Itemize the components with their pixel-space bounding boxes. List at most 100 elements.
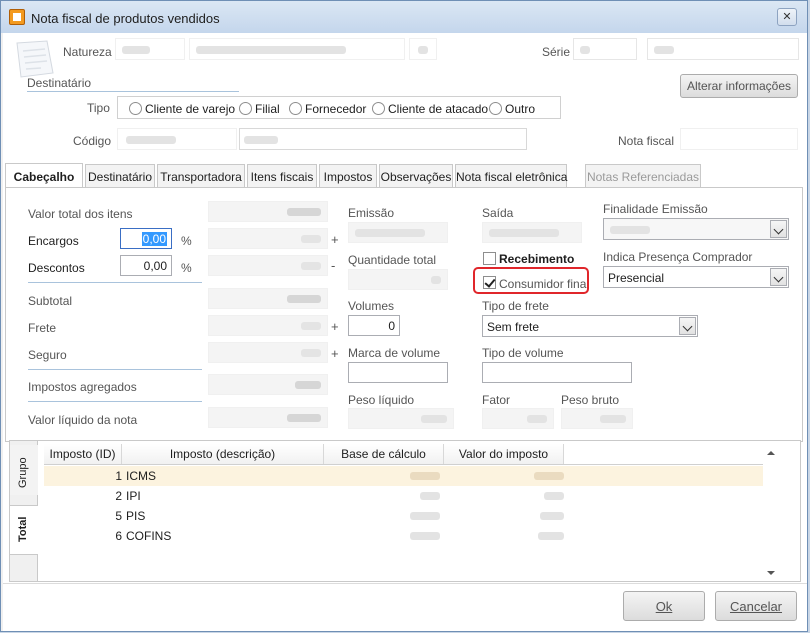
tab-impostos[interactable]: Impostos (319, 164, 377, 188)
natureza-description-field[interactable] (189, 38, 405, 60)
table-row[interactable]: 6 COFINS (44, 526, 780, 546)
tipo-volume-input[interactable] (482, 362, 632, 383)
footer-separator (3, 583, 807, 584)
table-row[interactable]: 2 IPI (44, 486, 780, 506)
emissao-field[interactable] (348, 222, 448, 243)
impostos-table-header: Imposto (ID) Imposto (descrição) Base de… (44, 444, 564, 464)
tipo-outro-radio[interactable]: Outro (489, 102, 535, 116)
marca-volume-label: Marca de volume (348, 346, 441, 360)
serie-field[interactable] (573, 38, 637, 60)
vertical-tab-strip: Grupo Total (10, 441, 38, 581)
cancelar-button[interactable]: Cancelar (715, 591, 797, 621)
peso-bruto-label: Peso bruto (561, 393, 620, 407)
row-desc: COFINS (126, 529, 172, 543)
valor-total-itens-value (208, 201, 328, 222)
destinatario-section-label: Destinatário (27, 76, 92, 90)
saida-field[interactable] (482, 222, 582, 243)
valor-liquido-value (208, 407, 328, 428)
row-valor (544, 492, 564, 500)
tab-destinatario[interactable]: Destinatário (85, 164, 155, 188)
emissao-label: Emissão (348, 206, 395, 220)
tipo-frete-value: Sem frete (487, 320, 540, 334)
dialog-client-area: Natureza Série Destinatário Alterar info… (3, 33, 807, 631)
natureza-label: Natureza (63, 45, 112, 59)
chevron-down-icon[interactable] (770, 268, 787, 286)
tipo-frete-select[interactable]: Sem frete (482, 315, 698, 337)
natureza-extra-field[interactable] (409, 38, 437, 60)
table-row[interactable]: 1 ICMS (44, 466, 780, 486)
seguro-value (208, 342, 328, 363)
app-icon (9, 9, 25, 25)
encargos-input[interactable]: 0,00 (120, 228, 172, 249)
fator-field (482, 408, 554, 429)
title-bar[interactable]: Nota fiscal de produtos vendidos ✕ (1, 1, 807, 33)
descontos-value: 0,00 (143, 259, 167, 273)
header-underline (44, 464, 780, 465)
valor-liquido-label: Valor líquido da nota (28, 413, 138, 427)
tipo-frete-label: Tipo de frete (482, 299, 549, 313)
tipo-outro-label: Outro (505, 102, 536, 116)
destinatario-name-field[interactable] (239, 128, 527, 150)
serie-label: Série (542, 45, 571, 59)
volumes-input[interactable]: 0 (348, 315, 400, 336)
close-button[interactable]: ✕ (777, 8, 797, 26)
alterar-informacoes-label: Alterar informações (686, 79, 792, 93)
document-icon (11, 39, 57, 81)
cabecalho-panel: Valor total dos itens Encargos 0,00 % + … (5, 187, 803, 442)
tab-itens-fiscais[interactable]: Itens fiscais (247, 164, 317, 188)
tipo-cliente-atacado-radio[interactable]: Cliente de atacado (372, 102, 488, 116)
recebimento-checkbox[interactable] (483, 252, 496, 265)
tab-cabecalho[interactable]: Cabeçalho (5, 163, 83, 188)
serie-number-field[interactable] (647, 38, 799, 60)
quantidade-total-field (348, 269, 448, 290)
totals-separator-2 (28, 369, 202, 370)
grid-vertical-scrollbar[interactable] (763, 445, 780, 581)
saida-label: Saída (482, 206, 514, 220)
chevron-down-icon[interactable] (679, 317, 696, 335)
descontos-label: Descontos (28, 261, 85, 275)
subtotal-label: Subtotal (28, 294, 73, 308)
descontos-input[interactable]: 0,00 (120, 255, 172, 276)
finalidade-emissao-label: Finalidade Emissão (603, 202, 708, 216)
destinatario-separator (27, 91, 239, 92)
tipo-filial-radio[interactable]: Filial (239, 102, 280, 116)
row-id: 2 (115, 489, 122, 503)
tipo-cliente-atacado-label: Cliente de atacado (388, 102, 489, 116)
ok-label: Ok (655, 599, 673, 614)
tab-observacoes[interactable]: Observações (379, 164, 453, 188)
vtab-total[interactable]: Total (10, 505, 38, 555)
scroll-up-icon[interactable] (767, 451, 775, 455)
frete-plus-sign: + (331, 319, 339, 334)
impostos-agregados-value (208, 374, 328, 395)
natureza-code-field[interactable] (115, 38, 185, 60)
encargos-percent-sign: % (181, 234, 192, 248)
col-base-calculo[interactable]: Base de cálculo (324, 444, 444, 464)
vtab-grupo[interactable]: Grupo (10, 445, 38, 495)
indica-presenca-select[interactable]: Presencial (603, 266, 789, 288)
tipo-cliente-varejo-radio[interactable]: Cliente de varejo (129, 102, 235, 116)
totals-separator-1 (28, 282, 202, 283)
row-valor (534, 472, 564, 480)
col-imposto-descricao[interactable]: Imposto (descrição) (122, 444, 324, 464)
tab-transportadora[interactable]: Transportadora (157, 164, 245, 188)
finalidade-emissao-select[interactable] (603, 218, 789, 240)
row-valor (538, 532, 564, 540)
row-id: 1 (115, 469, 122, 483)
row-base (410, 532, 440, 540)
nota-fiscal-field[interactable] (680, 128, 798, 150)
tab-nota-fiscal-eletronica[interactable]: Nota fiscal eletrônica (455, 164, 567, 188)
row-desc: ICMS (126, 469, 156, 483)
marca-volume-input[interactable] (348, 362, 448, 383)
col-imposto-id[interactable]: Imposto (ID) (44, 444, 122, 464)
tipo-fornecedor-radio[interactable]: Fornecedor (289, 102, 366, 116)
chevron-down-icon[interactable] (770, 220, 787, 238)
col-valor-imposto[interactable]: Valor do imposto (444, 444, 564, 464)
consumidor-final-highlight (473, 267, 589, 294)
scroll-down-icon[interactable] (767, 571, 775, 575)
frete-value (208, 315, 328, 336)
table-row[interactable]: 5 PIS (44, 506, 780, 526)
codigo-field[interactable] (117, 128, 237, 150)
ok-button[interactable]: Ok (623, 591, 705, 621)
alterar-informacoes-button[interactable]: Alterar informações (680, 74, 798, 98)
peso-liquido-label: Peso líquido (348, 393, 415, 407)
